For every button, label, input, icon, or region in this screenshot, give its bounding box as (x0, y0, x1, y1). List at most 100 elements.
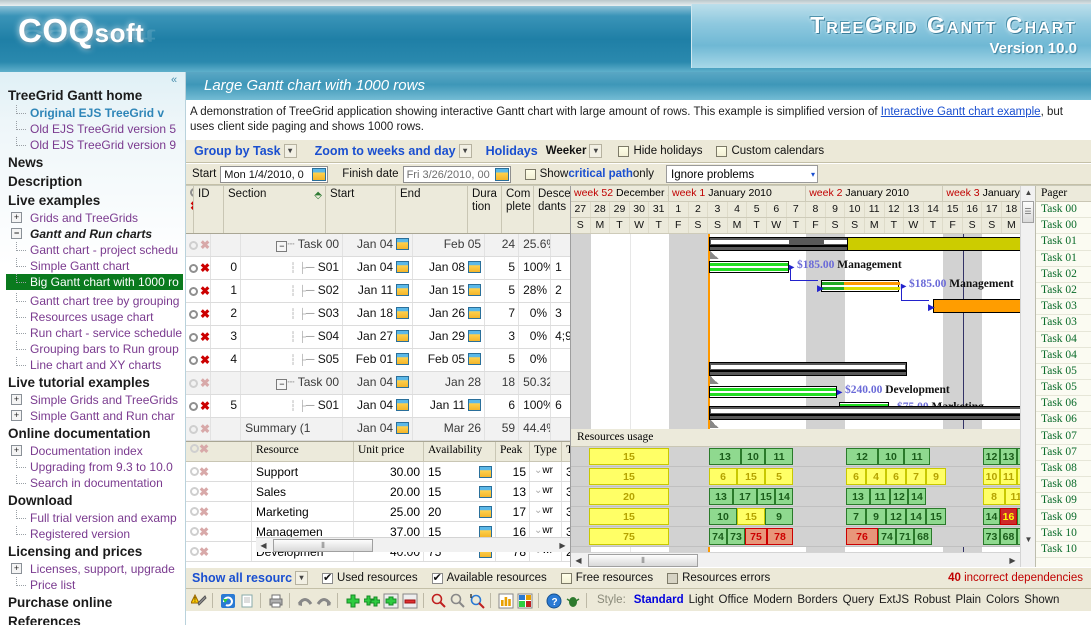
table-row[interactable]: ✖3┆ ├─ S04Jan 27Jan 2930%4;982 (186, 326, 570, 349)
sidebar-collapse-icon[interactable]: « (167, 74, 181, 88)
refresh-icon[interactable] (219, 592, 235, 608)
critical-path-checkbox[interactable]: Show critical path only (524, 168, 654, 180)
row-actions[interactable]: ✖ (186, 372, 212, 394)
checkbox-icon[interactable] (667, 572, 679, 584)
select-icon[interactable] (189, 332, 198, 342)
pager-item[interactable]: Task 03 (1036, 315, 1091, 332)
add-icon[interactable] (344, 592, 360, 608)
zoom-selection-icon[interactable] (468, 592, 485, 609)
interactive-gantt-link[interactable]: Interactive Gantt chart example (881, 106, 1041, 118)
delete-icon[interactable] (401, 592, 418, 609)
calendar-icon[interactable] (396, 330, 410, 342)
scroll-track[interactable]: ⦀ (586, 553, 1005, 567)
warning-tools-icon[interactable]: ! (190, 592, 207, 608)
delete-icon[interactable]: ✖ (200, 285, 210, 297)
res-column-type[interactable]: Type (530, 442, 562, 461)
style-option-query[interactable]: Query (843, 594, 874, 606)
pager-item[interactable]: Task 04 (1036, 348, 1091, 364)
used-resources-checkbox[interactable]: Used resources (322, 571, 418, 584)
style-option-robust[interactable]: Robust (914, 594, 950, 606)
pager-item[interactable]: Task 02 (1036, 283, 1091, 300)
scroll-track[interactable]: ⦀ (271, 538, 555, 552)
sidebar-item[interactable]: Run chart - service schedule (6, 325, 185, 341)
gantt-hscrollbar[interactable]: ◀ ⦀ ▶ (571, 552, 1020, 567)
pager-item[interactable]: Task 03 (1036, 299, 1091, 316)
pager-item[interactable]: Task 10 (1036, 526, 1091, 542)
export-icon[interactable] (516, 592, 533, 609)
table-row[interactable]: ✖ − ┄ Task 00 Jan 04 Jan 28 18 50.32 (186, 372, 570, 395)
chevron-down-icon[interactable]: ▾ (458, 144, 472, 158)
resource-row[interactable]: ✖Sales20.001513⌄wr339.006780.00 (186, 482, 570, 502)
expand-icon[interactable]: + (11, 212, 22, 223)
style-option-plain[interactable]: Plain (955, 594, 981, 606)
style-option-light[interactable]: Light (689, 594, 714, 606)
checkbox-icon[interactable] (716, 145, 728, 157)
resources-errors-checkbox[interactable]: Resources errors (667, 572, 770, 584)
sort-icon[interactable]: ⬘ (314, 189, 322, 202)
holidays-dropdown[interactable]: Weeker ▾ (538, 144, 605, 158)
sidebar-item[interactable]: Search in documentation (6, 475, 185, 491)
chevron-down-icon[interactable]: ▾ (295, 571, 309, 585)
row-actions[interactable]: ✖ (186, 418, 212, 440)
page-icon[interactable] (238, 592, 254, 608)
sidebar-item[interactable]: Registered version (6, 526, 185, 542)
pager-item[interactable]: Task 00 (1036, 218, 1091, 235)
task-bar[interactable] (709, 386, 837, 398)
summary-bar[interactable] (709, 362, 907, 371)
sidebar-group-download[interactable]: Download (6, 491, 185, 510)
column-header-section[interactable]: Section ⬘ (224, 186, 326, 233)
scroll-right-icon[interactable]: ▶ (555, 539, 570, 552)
sidebar-item[interactable]: Original EJS TreeGrid v (6, 105, 185, 121)
delete-icon[interactable]: ✖ (200, 308, 210, 320)
delete-icon[interactable]: ✖ (199, 525, 209, 539)
scroll-thumb[interactable]: ⦀ (273, 538, 373, 552)
table-row[interactable]: ✖4┆ ├─ S05Feb 01Feb 0550%3 (186, 349, 570, 372)
table-row[interactable]: ✖ 0 ┆ ├─ S01 Jan 04 Jan 08 5 100% 1 (186, 257, 570, 280)
available-resources-checkbox[interactable]: Available resources (431, 571, 547, 584)
calendar-icon[interactable] (468, 353, 482, 365)
calendar-icon[interactable] (479, 506, 492, 518)
sidebar-item[interactable]: Old EJS TreeGrid version 9 (6, 137, 185, 153)
res-actions[interactable]: ✖ (186, 482, 252, 501)
scroll-left-icon[interactable]: ◀ (256, 539, 271, 552)
task-bar[interactable] (933, 299, 1020, 313)
resource-row[interactable]: ✖Marketing25.002017⌄wr384.009600.00 (186, 502, 570, 522)
calendar-icon[interactable] (396, 307, 410, 319)
sidebar-group-online-documentation[interactable]: Online documentation (6, 424, 185, 443)
style-option-modern[interactable]: Modern (753, 594, 792, 606)
sidebar-item[interactable]: + Licenses, support, upgrade (6, 561, 185, 577)
sidebar-item[interactable]: Gantt chart tree by grouping (6, 293, 185, 309)
custom-calendars-checkbox[interactable]: Custom calendars (716, 145, 824, 157)
resource-row[interactable]: ✖Support30.001515⌄wr359.0010770.0 (186, 462, 570, 482)
select-icon[interactable] (190, 547, 199, 556)
delete-icon[interactable]: ✖ (200, 331, 210, 343)
checkbox-icon[interactable] (560, 572, 572, 584)
res-column-availability[interactable]: Availability (424, 442, 496, 461)
style-option-colors[interactable]: Colors (986, 594, 1019, 606)
grid-hscrollbar[interactable]: ◀ ⦀ ▶ (256, 537, 570, 552)
delete-icon[interactable]: ✖ (200, 239, 210, 251)
calendar-icon[interactable] (468, 399, 482, 411)
zoom-in-icon[interactable] (430, 592, 446, 608)
scroll-right-icon[interactable]: ▶ (1005, 554, 1020, 567)
row-actions[interactable]: ✖ (186, 257, 212, 279)
res-actions[interactable]: ✖ (186, 542, 252, 561)
task-bar[interactable] (709, 261, 789, 273)
calendar-icon[interactable] (396, 261, 410, 273)
select-icon[interactable] (189, 263, 198, 273)
delete-icon[interactable]: ✖ (199, 505, 209, 519)
sidebar-item[interactable]: Resources usage chart (6, 309, 185, 325)
table-row[interactable]: ✖1┆ ├─ S02Jan 11Jan 15528%20 (186, 280, 570, 303)
sidebar-item[interactable]: Grouping bars to Run group (6, 341, 185, 357)
sidebar-item[interactable]: − Gantt and Run charts (6, 226, 185, 242)
column-header-id[interactable]: ID (194, 186, 224, 233)
res-actions[interactable]: ✖ (186, 502, 252, 521)
bug-icon[interactable] (564, 592, 580, 608)
select-icon[interactable] (189, 378, 198, 388)
zoom-to-dropdown[interactable]: Zoom to weeks and day ▾ (313, 144, 474, 158)
site-logo[interactable]: COQsoft (18, 12, 144, 50)
sidebar-item[interactable]: Gantt chart - project schedu (6, 242, 185, 258)
expand-icon[interactable]: + (11, 394, 22, 405)
column-header-end[interactable]: End (396, 186, 468, 233)
style-option-standard[interactable]: Standard (634, 594, 684, 606)
